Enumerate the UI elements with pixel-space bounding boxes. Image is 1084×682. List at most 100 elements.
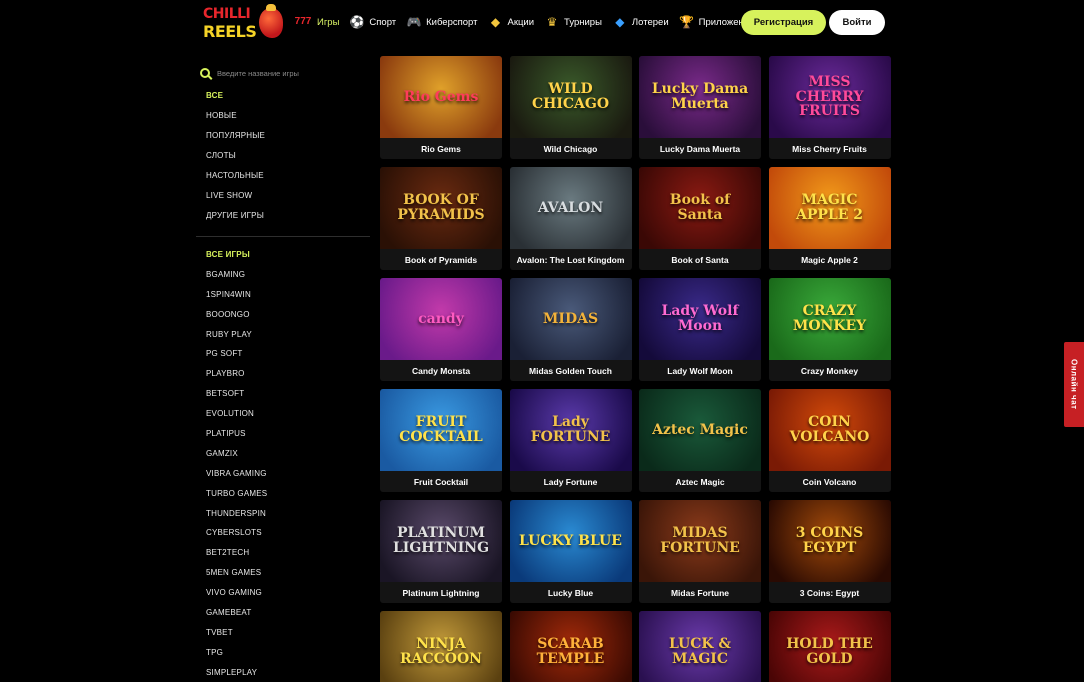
game-card[interactable]: Lucky Dama Muerta Lucky Dama Muerta [639, 56, 761, 159]
game-thumbnail[interactable]: COIN VOLCANO [768, 389, 891, 471]
game-thumbnail[interactable]: LUCKY BLUE [509, 500, 632, 582]
game-title[interactable]: Lucky Blue [510, 582, 632, 603]
game-title[interactable]: Lady Fortune [510, 471, 632, 492]
game-card[interactable]: MIDAS FORTUNE Midas Fortune [639, 500, 761, 603]
game-thumbnail[interactable]: MIDAS [509, 278, 632, 360]
game-thumbnail[interactable]: FRUIT COCKTAIL [380, 389, 502, 471]
category-item[interactable]: НАСТОЛЬНЫЕ [196, 166, 370, 186]
game-search[interactable] [196, 60, 370, 86]
game-card[interactable]: LUCKY BLUE Lucky Blue [509, 500, 632, 603]
game-thumbnail[interactable]: candy [380, 278, 502, 360]
game-card[interactable]: AVALON Avalon: The Lost Kingdom [509, 167, 632, 270]
game-card[interactable]: BOOK OF PYRAMIDS Book of Pyramids [380, 167, 502, 270]
provider-item[interactable]: VIVO GAMING [196, 583, 370, 603]
nav-item-2[interactable]: 🎮 Киберспорт [406, 15, 478, 29]
nav-item-5[interactable]: ◆ Лотереи [612, 15, 668, 29]
nav-item-3[interactable]: ◆ Акции [487, 15, 534, 29]
game-title[interactable]: Magic Apple 2 [769, 249, 891, 270]
provider-item[interactable]: PG SOFT [196, 344, 370, 364]
game-thumbnail[interactable]: 3 COINS EGYPT [768, 500, 891, 582]
game-search-input[interactable] [217, 68, 357, 78]
provider-item[interactable]: TVBET [196, 623, 370, 643]
category-item[interactable]: ДРУГИЕ ИГРЫ [196, 206, 370, 226]
game-thumbnail[interactable]: LUCK & MAGIC [639, 611, 761, 682]
game-card[interactable]: HOLD THE GOLDHold the Gold [768, 611, 891, 682]
provider-item[interactable]: ВСЕ ИГРЫ [196, 245, 370, 265]
provider-item[interactable]: EVOLUTION [196, 404, 370, 424]
game-card[interactable]: MIDAS Midas Golden Touch [509, 278, 632, 381]
game-title[interactable]: Lucky Dama Muerta [639, 138, 761, 159]
register-button[interactable]: Регистрация [741, 10, 826, 35]
game-card[interactable]: MISS CHERRY FRUITS Miss Cherry Fruits [768, 56, 891, 159]
login-button[interactable]: Войти [829, 10, 885, 35]
game-thumbnail[interactable]: NINJA RACCOON [380, 611, 502, 682]
category-item[interactable]: НОВЫЕ [196, 106, 370, 126]
nav-item-4[interactable]: ♛ Турниры [544, 15, 602, 29]
game-card[interactable]: Lady Wolf Moon Lady Wolf Moon [639, 278, 761, 381]
game-card[interactable]: Lady FORTUNE Lady Fortune [509, 389, 632, 492]
provider-item[interactable]: GAMEBEAT [196, 603, 370, 623]
provider-item[interactable]: THUNDERSPIN [196, 504, 370, 524]
nav-item-0[interactable]: 777 Игры [293, 15, 340, 29]
provider-item[interactable]: PLAYBRO [196, 364, 370, 384]
game-title[interactable]: Lady Wolf Moon [639, 360, 761, 381]
provider-item[interactable]: 1SPIN4WIN [196, 285, 370, 305]
game-title[interactable]: Fruit Cocktail [380, 471, 502, 492]
game-card[interactable]: COIN VOLCANO Coin Volcano [768, 389, 891, 492]
game-thumbnail[interactable]: MISS CHERRY FRUITS [768, 56, 891, 138]
provider-item[interactable]: BET2TECH [196, 543, 370, 563]
game-title[interactable]: Midas Fortune [639, 582, 761, 603]
provider-item[interactable]: RUBY PLAY [196, 325, 370, 345]
game-title[interactable]: Book of Santa [639, 249, 761, 270]
provider-item[interactable]: 5MEN GAMES [196, 563, 370, 583]
game-thumbnail[interactable]: Lady FORTUNE [509, 389, 632, 471]
game-title[interactable]: 3 Coins: Egypt [769, 582, 891, 603]
game-thumbnail[interactable]: BOOK OF PYRAMIDS [380, 167, 502, 249]
game-card[interactable]: Rio Gems Rio Gems [380, 56, 502, 159]
provider-item[interactable]: BGAMING [196, 265, 370, 285]
game-title[interactable]: Platinum Lightning [380, 582, 502, 603]
game-title[interactable]: Aztec Magic [639, 471, 761, 492]
category-item[interactable]: ВСЕ [196, 86, 370, 106]
game-card[interactable]: MAGIC APPLE 2 Magic Apple 2 [768, 167, 891, 270]
provider-item[interactable]: BOOONGO [196, 305, 370, 325]
game-title[interactable]: Crazy Monkey [769, 360, 891, 381]
game-thumbnail[interactable]: WILD CHICAGO [509, 56, 632, 138]
game-card[interactable]: 3 COINS EGYPT 3 Coins: Egypt [768, 500, 891, 603]
game-thumbnail[interactable]: Book of Santa [639, 167, 761, 249]
provider-item[interactable]: TPG [196, 643, 370, 663]
category-item[interactable]: LIVE SHOW [196, 186, 370, 206]
game-card[interactable]: PLATINUM LIGHTNING Platinum Lightning [380, 500, 502, 603]
provider-item[interactable]: SIMPLEPLAY [196, 663, 370, 682]
game-thumbnail[interactable]: MAGIC APPLE 2 [768, 167, 891, 249]
game-thumbnail[interactable]: MIDAS FORTUNE [639, 500, 761, 582]
game-title[interactable]: Avalon: The Lost Kingdom [510, 249, 632, 270]
game-card[interactable]: Aztec Magic Aztec Magic [639, 389, 761, 492]
game-title[interactable]: Miss Cherry Fruits [769, 138, 891, 159]
game-thumbnail[interactable]: SCARAB TEMPLE [509, 611, 632, 682]
game-card[interactable]: NINJA RACCOONNinja Raccoon Frenzy [380, 611, 502, 682]
game-title[interactable]: Midas Golden Touch [510, 360, 632, 381]
game-thumbnail[interactable]: Lady Wolf Moon [639, 278, 761, 360]
game-title[interactable]: Coin Volcano [769, 471, 891, 492]
provider-item[interactable]: PLATIPUS [196, 424, 370, 444]
chilli-reels-logo[interactable]: CHILLI REELS [203, 4, 285, 42]
game-thumbnail[interactable]: PLATINUM LIGHTNING [380, 500, 502, 582]
game-card[interactable]: candy Candy Monsta [380, 278, 502, 381]
category-item[interactable]: ПОПУЛЯРНЫЕ [196, 126, 370, 146]
game-card[interactable]: WILD CHICAGO Wild Chicago [509, 56, 632, 159]
provider-item[interactable]: CYBERSLOTS [196, 523, 370, 543]
game-card[interactable]: LUCK & MAGICLuck & Magic [639, 611, 761, 682]
game-title[interactable]: Wild Chicago [510, 138, 632, 159]
game-card[interactable]: Book of Santa Book of Santa [639, 167, 761, 270]
game-card[interactable]: CRAZY MONKEY Crazy Monkey [768, 278, 891, 381]
provider-item[interactable]: VIBRA GAMING [196, 464, 370, 484]
category-item[interactable]: СЛОТЫ [196, 146, 370, 166]
game-card[interactable]: FRUIT COCKTAIL Fruit Cocktail [380, 389, 502, 492]
provider-item[interactable]: TURBO GAMES [196, 484, 370, 504]
game-title[interactable]: Rio Gems [380, 138, 502, 159]
game-title[interactable]: Candy Monsta [380, 360, 502, 381]
game-title[interactable]: Book of Pyramids [380, 249, 502, 270]
provider-item[interactable]: GAMZIX [196, 444, 370, 464]
game-card[interactable]: SCARAB TEMPLEScarab Temple [509, 611, 632, 682]
